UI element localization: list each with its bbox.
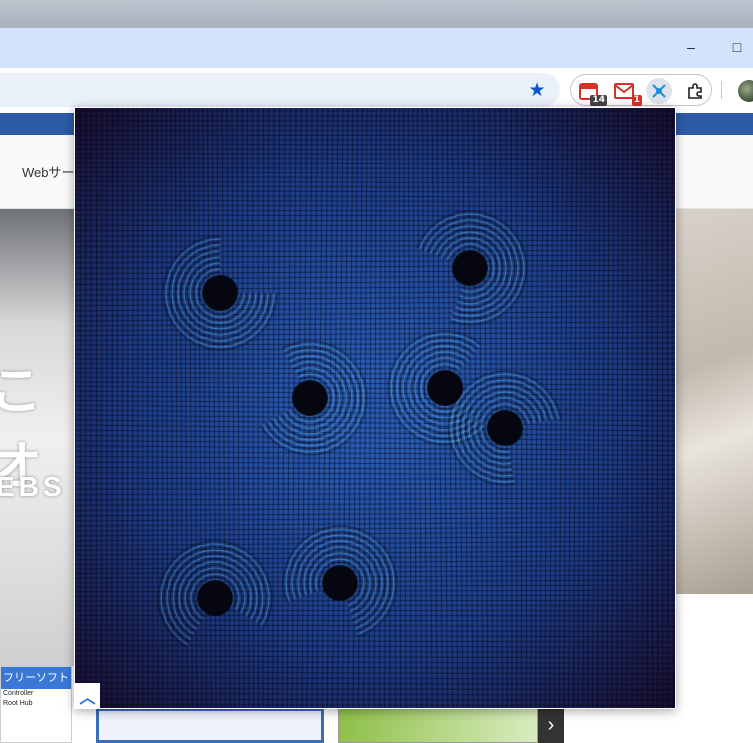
calendar-extension-icon[interactable]: 14 (576, 78, 607, 106)
freesoft-card-title: フリーソフト (1, 667, 71, 689)
minimize-button[interactable]: – (680, 36, 702, 58)
fluid-popup[interactable] (74, 107, 676, 709)
calendar-badge: 14 (590, 95, 607, 106)
minimize-icon: – (687, 39, 695, 55)
article-thumbnail[interactable] (96, 708, 324, 743)
mail-extension-icon[interactable]: 1 (611, 78, 642, 106)
puzzle-extensions-icon[interactable] (682, 78, 708, 104)
tab-strip (0, 0, 753, 28)
nav-link-web[interactable]: Webサー (22, 162, 75, 181)
card-line: Controller (3, 690, 34, 697)
maximize-icon: □ (732, 39, 742, 55)
card-line: Root Hub (3, 700, 33, 707)
bookmark-star-icon[interactable]: ★ (526, 79, 548, 101)
mail-badge: 1 (631, 95, 642, 106)
hero-subtext: EBS (0, 471, 66, 502)
profile-avatar[interactable] (738, 80, 753, 102)
chevron-up-icon: ︿ (79, 689, 96, 707)
hero-banner-right (676, 209, 753, 594)
hero-banner-left: こオ EBS (0, 209, 75, 666)
content-area-right (676, 594, 753, 743)
chevron-right-icon: › (547, 714, 555, 736)
title-bar (0, 28, 753, 68)
article-thumbnail[interactable] (338, 708, 538, 743)
address-bar[interactable] (0, 73, 560, 107)
maximize-button[interactable]: □ (726, 36, 748, 58)
freesoft-card[interactable]: フリーソフト Controller Root Hub (0, 666, 72, 743)
toolbar-separator (721, 81, 722, 99)
scroll-to-top-button[interactable]: ︿ (75, 683, 100, 708)
fluid-extension-icon[interactable] (646, 78, 672, 104)
carousel-next-button[interactable]: › (538, 708, 564, 743)
fluid-simulation-canvas[interactable] (75, 108, 675, 708)
